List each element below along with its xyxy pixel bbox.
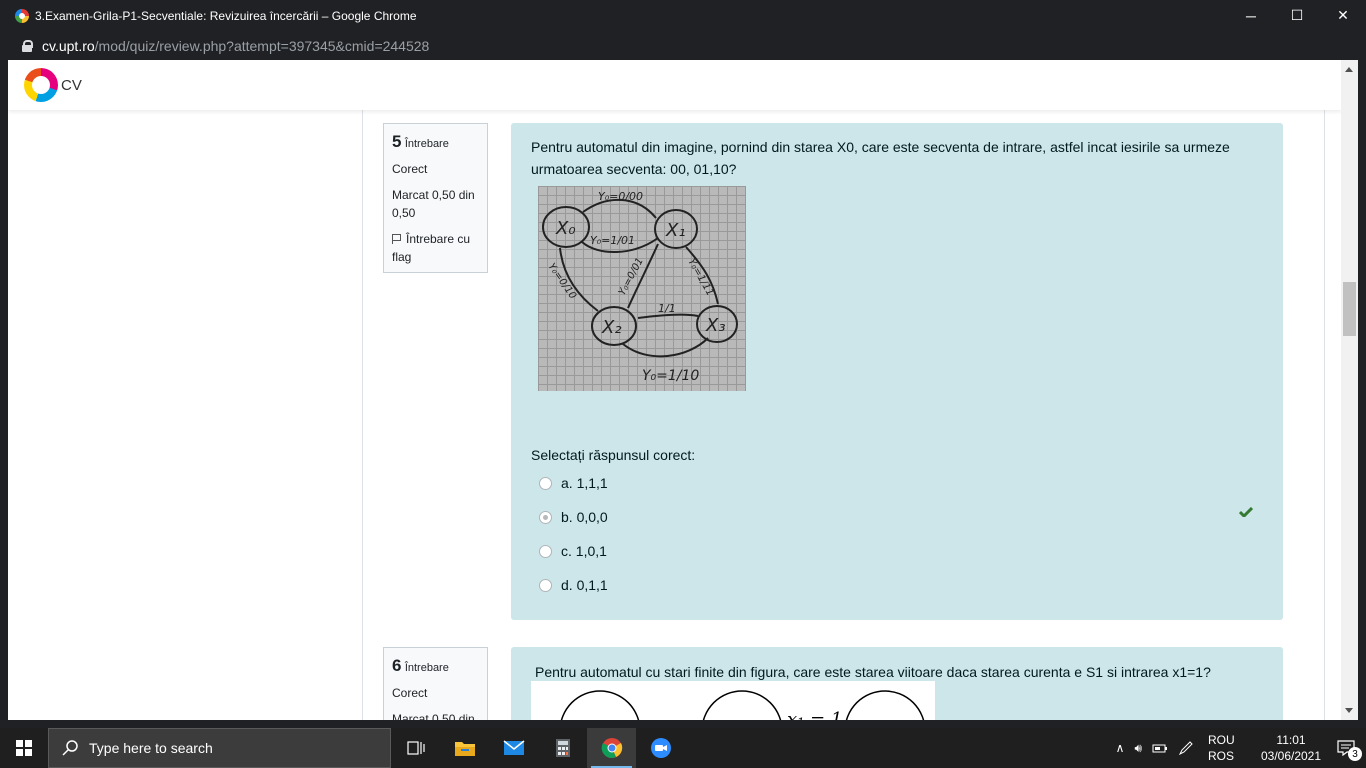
taskbar-search-box[interactable]: Type here to search bbox=[48, 728, 391, 768]
battery-icon[interactable] bbox=[1152, 742, 1168, 754]
start-button[interactable] bbox=[0, 728, 48, 768]
calculator-button[interactable] bbox=[538, 728, 587, 768]
fsm-formula: x₁ = 1 bbox=[787, 709, 842, 720]
language-code: ROU bbox=[1208, 733, 1235, 747]
windows-taskbar: Type here to search ∧ 🔊︎ ROU ROS 11:01 0… bbox=[0, 728, 1366, 768]
edge-label-x0-x1: Y₀=0/00 bbox=[598, 190, 643, 203]
cv-logo-icon[interactable] bbox=[24, 68, 58, 102]
edge-label-x1-x2: Y₀=0/01 bbox=[617, 256, 646, 297]
notification-count-badge: 3 bbox=[1348, 747, 1362, 761]
state-x2-label: X₂ bbox=[601, 317, 622, 338]
answer-option-c[interactable]: c. 1,0,1 bbox=[539, 543, 607, 559]
clock-time: 11:01 bbox=[1276, 733, 1306, 747]
question-text-6: Pentru automatul cu stari finite din fig… bbox=[535, 664, 1211, 680]
state-x0-label: X₀ bbox=[555, 218, 576, 239]
edge-label-x2-x3: Y₀=1/10 bbox=[642, 368, 699, 384]
question-number-6: 6 bbox=[392, 656, 402, 675]
answer-option-d[interactable]: d. 0,1,1 bbox=[539, 577, 608, 593]
search-icon bbox=[62, 740, 78, 756]
correct-check-icon bbox=[1239, 507, 1253, 517]
question-status-6: Corect bbox=[392, 686, 428, 700]
address-bar[interactable]: cv.upt.ro/mod/quiz/review.php?attempt=39… bbox=[0, 31, 1366, 60]
close-button[interactable]: ✕ bbox=[1320, 0, 1366, 31]
task-view-button[interactable] bbox=[391, 728, 440, 768]
maximize-button[interactable]: ☐ bbox=[1274, 0, 1320, 31]
input-language[interactable]: ROU ROS bbox=[1208, 732, 1248, 764]
radio-a[interactable] bbox=[539, 476, 552, 490]
question-info-box: 5 Întrebare Corect Marcat 0,50 din 0,50 … bbox=[383, 123, 488, 273]
chrome-taskbar-button[interactable] bbox=[587, 728, 636, 768]
flag-question-label: Întrebare cu flag bbox=[392, 232, 471, 264]
search-placeholder: Type here to search bbox=[89, 740, 213, 756]
notifications-button[interactable]: 3 bbox=[1326, 728, 1366, 768]
question-word: Întrebare bbox=[404, 138, 449, 150]
question-content-6: Pentru automatul cu stari finite din fig… bbox=[511, 647, 1283, 720]
url-path: /mod/quiz/review.php?attempt=397345&cmid… bbox=[94, 37, 430, 54]
page-scrollbar[interactable] bbox=[1341, 60, 1358, 720]
question-mark-6: Marcat 0,50 din bbox=[392, 712, 475, 720]
flag-question-link[interactable]: Întrebare cu flag bbox=[392, 230, 479, 266]
url-host: cv.upt.ro bbox=[42, 37, 95, 54]
volume-icon[interactable]: 🔊︎ bbox=[1134, 741, 1142, 756]
browser-title-bar: 3.Examen-Grila-P1-Secventiale: Revizuire… bbox=[0, 0, 1366, 31]
pen-icon[interactable] bbox=[1178, 740, 1194, 756]
question-text: Pentru automatul din imagine, pornind di… bbox=[531, 139, 1230, 177]
minimize-button[interactable]: ─ bbox=[1228, 0, 1274, 31]
option-label-b: b. 0,0,0 bbox=[561, 509, 608, 525]
file-explorer-button[interactable] bbox=[440, 728, 489, 768]
windows-logo-icon bbox=[16, 740, 32, 756]
flag-icon bbox=[392, 234, 402, 244]
keyboard-layout: ROS bbox=[1208, 749, 1235, 763]
question-status: Corect bbox=[392, 162, 428, 176]
state-x3-label: X₃ bbox=[705, 315, 726, 336]
folder-icon bbox=[454, 742, 475, 756]
zoom-button[interactable] bbox=[636, 728, 685, 768]
chrome-favicon-icon bbox=[15, 8, 29, 23]
site-brand[interactable]: CV bbox=[61, 77, 82, 94]
scroll-thumb[interactable] bbox=[1343, 282, 1356, 336]
scroll-down-icon[interactable] bbox=[1345, 708, 1353, 713]
clock[interactable]: 11:01 03/06/2021 bbox=[1256, 732, 1326, 764]
page-viewport: CV 5 Întrebare Corect Marcat 0,50 din 0,… bbox=[8, 60, 1341, 720]
state-x1-label: X₁ bbox=[665, 220, 686, 241]
calculator-icon bbox=[555, 739, 570, 757]
fsm-figure-image: x₁ = 1 bbox=[531, 681, 935, 720]
site-navbar: CV bbox=[8, 60, 1341, 110]
mail-button[interactable] bbox=[489, 728, 538, 768]
question-mark: Marcat 0,50 din 0,50 bbox=[392, 188, 475, 220]
radio-c[interactable] bbox=[539, 544, 552, 558]
radio-d[interactable] bbox=[539, 578, 552, 592]
region-divider-left bbox=[362, 110, 363, 720]
system-tray: ∧ 🔊︎ ROU ROS 11:01 03/06/2021 3 bbox=[1116, 728, 1366, 768]
region-divider-right bbox=[1324, 110, 1325, 720]
question-word-6: Întrebare bbox=[404, 662, 449, 674]
window-title: 3.Examen-Grila-P1-Secventiale: Revizuire… bbox=[35, 8, 417, 23]
answer-option-a[interactable]: a. 1,1,1 bbox=[539, 475, 608, 491]
scroll-up-icon[interactable] bbox=[1345, 67, 1353, 72]
question-number: 5 bbox=[392, 132, 402, 151]
edge-label-x3-x2: 1/1 bbox=[658, 302, 676, 315]
zoom-icon bbox=[650, 738, 671, 758]
question-info-box-6: 6 Întrebare Corect Marcat 0,50 din bbox=[383, 647, 488, 720]
lock-icon bbox=[22, 39, 33, 52]
answer-prompt: Selectați răspunsul corect: bbox=[531, 447, 696, 463]
option-label-c: c. 1,0,1 bbox=[561, 543, 607, 559]
edge-label-x1-x0: Y₀=1/01 bbox=[590, 234, 635, 247]
option-label-d: d. 0,1,1 bbox=[561, 577, 608, 593]
clock-date: 03/06/2021 bbox=[1260, 749, 1322, 763]
chevron-up-icon[interactable]: ∧ bbox=[1116, 741, 1125, 755]
edge-label-x2-x0: Y₀=0/10 bbox=[546, 261, 579, 301]
mail-icon bbox=[503, 740, 524, 755]
answer-option-b[interactable]: b. 0,0,0 bbox=[539, 509, 608, 525]
automaton-diagram-image: X₀ X₁ X₂ X₃ Y₀=0/00 Y₀=1/01 Y₀=1/11 Y₀=0… bbox=[538, 186, 746, 391]
option-label-a: a. 1,1,1 bbox=[561, 475, 608, 491]
radio-b[interactable] bbox=[539, 510, 552, 524]
question-content: Pentru automatul din imagine, pornind di… bbox=[511, 123, 1283, 620]
task-view-icon bbox=[406, 741, 425, 755]
chrome-icon bbox=[601, 738, 622, 758]
